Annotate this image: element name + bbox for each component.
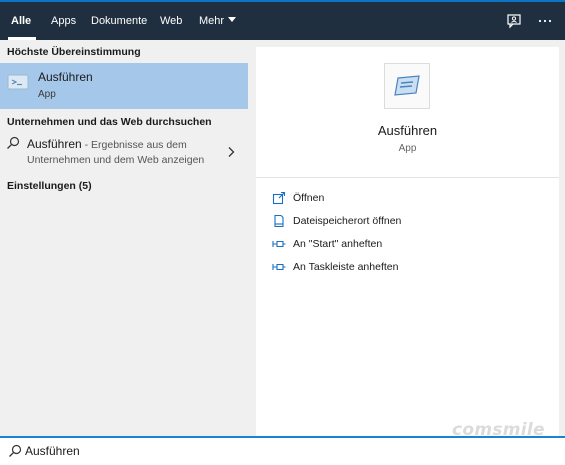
action-open[interactable]: Öffnen [272, 189, 324, 207]
action-pin-to-taskbar-label: An Taskleiste anheften [293, 261, 399, 273]
action-open-file-location[interactable]: Dateispeicherort öffnen [272, 212, 401, 230]
preview-divider [256, 177, 559, 178]
web-search-text: Ausführen - Ergebnisse aus dem Unternehm… [27, 137, 217, 168]
tab-more[interactable]: Mehr [199, 14, 237, 28]
best-match-name: Ausführen [38, 70, 93, 84]
open-icon [272, 191, 286, 205]
best-match-result[interactable]: Ausführen App [0, 63, 248, 109]
settings-heading[interactable]: Einstellungen (5) [7, 180, 92, 192]
ellipsis-icon[interactable] [535, 11, 555, 31]
preview-app-type: App [398, 143, 417, 154]
best-match-heading: Höchste Übereinstimmung [7, 46, 141, 58]
action-pin-to-taskbar[interactable]: An Taskleiste anheften [272, 258, 398, 276]
search-filter-bar: Alle Apps Dokumente Web Mehr [0, 0, 565, 40]
tab-more-label: Mehr [199, 15, 225, 27]
preview-app-name: Ausführen [377, 123, 438, 138]
chevron-right-icon[interactable] [226, 146, 236, 158]
run-app-icon [7, 71, 29, 93]
search-icon [6, 136, 20, 150]
chevron-down-icon [228, 17, 237, 22]
web-search-result[interactable]: Ausführen - Ergebnisse aus dem Unternehm… [0, 132, 248, 174]
search-input[interactable] [25, 442, 325, 460]
action-open-file-location-label: Dateispeicherort öffnen [293, 215, 402, 227]
results-list: Höchste Übereinstimmung Ausführen App Un… [0, 40, 248, 436]
search-bar [0, 436, 565, 465]
action-open-label: Öffnen [293, 192, 325, 204]
action-pin-to-start[interactable]: An "Start" anheften [272, 235, 382, 253]
pin-icon [272, 237, 286, 251]
tab-all[interactable]: Alle [11, 14, 31, 28]
web-search-query: Ausführen [27, 137, 82, 151]
file-location-icon [272, 214, 286, 228]
feedback-icon[interactable] [504, 11, 524, 31]
tab-apps[interactable]: Apps [51, 14, 76, 28]
tab-web[interactable]: Web [160, 14, 182, 28]
run-app-large-icon [384, 63, 430, 109]
preview-pane: Ausführen App Öffnen Dateispeicherort öf… [256, 47, 559, 436]
search-icon [8, 444, 22, 458]
pin-icon [272, 260, 286, 274]
tab-documents[interactable]: Dokumente [91, 14, 147, 28]
action-pin-to-start-label: An "Start" anheften [293, 238, 383, 250]
web-search-heading: Unternehmen und das Web durchsuchen [7, 116, 212, 128]
best-match-type: App [38, 89, 56, 100]
